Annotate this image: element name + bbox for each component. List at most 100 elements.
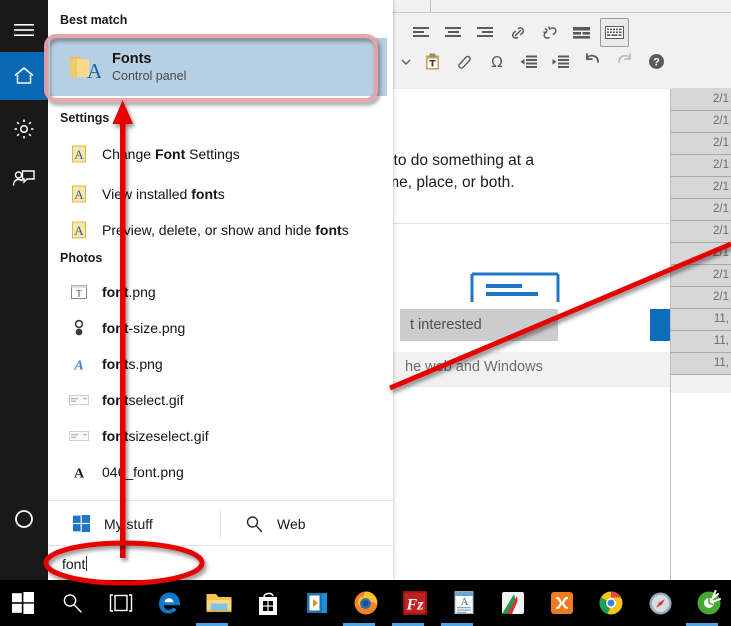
- best-match-heading: Best match: [60, 13, 128, 27]
- align-right-button[interactable]: [472, 19, 499, 46]
- ribbon-row-2: Ω ?: [398, 48, 675, 75]
- spreadsheet-cell[interactable]: 11,: [671, 309, 731, 331]
- spreadsheet-cell[interactable]: 2/1: [671, 199, 731, 221]
- photo-result-item[interactable]: font-size.png: [48, 310, 393, 346]
- search-input-value: font: [62, 555, 86, 572]
- spreadsheet-cell[interactable]: 2/1: [671, 111, 731, 133]
- align-center-button[interactable]: [440, 19, 467, 46]
- rail-item-hamburger[interactable]: [0, 6, 48, 54]
- rail-item-feedback[interactable]: [0, 155, 48, 203]
- settings-heading: Settings: [60, 111, 110, 125]
- spreadsheet-tail: [671, 375, 731, 393]
- help-button[interactable]: ?: [643, 48, 670, 75]
- spreadsheet-cell[interactable]: 11,: [671, 331, 731, 353]
- reminder-illustration: [470, 272, 560, 304]
- remove-link-button[interactable]: [536, 19, 563, 46]
- svg-text:A: A: [74, 147, 84, 162]
- panel-footer: My stuff Web: [48, 500, 393, 546]
- web-button[interactable]: Web: [221, 501, 393, 546]
- font-a-icon: A: [62, 221, 96, 239]
- spreadsheet-cell[interactable]: 2/1: [671, 89, 731, 111]
- chevron-down-icon: [401, 59, 411, 65]
- cortana-search-panel: Best match A Fonts Control panel Setting…: [48, 0, 393, 581]
- start-menu-rail: [0, 0, 48, 580]
- green-burst-icon: [697, 590, 721, 615]
- search-glyph: [246, 515, 263, 532]
- decrease-indent-icon: [520, 55, 537, 68]
- redo-button[interactable]: [611, 48, 638, 75]
- spreadsheet-cell[interactable]: 11,: [671, 353, 731, 375]
- paste-button[interactable]: [419, 48, 446, 75]
- taskbar-chrome-button[interactable]: [588, 580, 634, 626]
- special-character-button[interactable]: Ω: [483, 48, 510, 75]
- svg-text:A: A: [74, 223, 84, 238]
- format-eraser-button[interactable]: [451, 48, 478, 75]
- settings-result-item[interactable]: A Change Font Settings: [48, 136, 393, 172]
- serif-a-icon: A: [62, 464, 96, 481]
- gear-icon: [14, 119, 34, 139]
- search-input[interactable]: font: [48, 545, 393, 581]
- my-stuff-button[interactable]: My stuff: [48, 501, 220, 546]
- keyboard-button[interactable]: [600, 18, 629, 47]
- font-a-icon: A: [62, 145, 96, 163]
- thumbnail-strip-icon: [62, 395, 96, 405]
- not-interested-button[interactable]: t interested: [400, 309, 558, 341]
- taskbar-pdf-reader-button[interactable]: [490, 580, 536, 626]
- taskbar-edge-button[interactable]: [147, 580, 193, 626]
- taskbar-safari-button[interactable]: [637, 580, 683, 626]
- web-label: Web: [277, 515, 306, 532]
- table-row-button[interactable]: [568, 19, 595, 46]
- broken-link-icon: [542, 25, 557, 39]
- taskbar-store-button[interactable]: [245, 580, 291, 626]
- rail-item-home[interactable]: [0, 52, 48, 100]
- more-dropdown-button[interactable]: [398, 48, 414, 75]
- store-bag-icon: [259, 592, 277, 615]
- help-icon: ?: [649, 54, 664, 69]
- taskbar-task-view-button[interactable]: [98, 580, 144, 626]
- taskbar-firefox-button[interactable]: [343, 580, 389, 626]
- best-match-subtitle: Control panel: [112, 69, 187, 83]
- spreadsheet-cell[interactable]: 2/1: [671, 177, 731, 199]
- taskbar-search-button[interactable]: [49, 580, 95, 626]
- settings-result-item[interactable]: A Preview, delete, or show and hide fonts: [48, 212, 393, 248]
- filezilla-icon: Fz: [403, 591, 427, 615]
- taskbar: Fz A: [0, 580, 731, 626]
- settings-result-item[interactable]: A View installed fonts: [48, 176, 393, 212]
- svg-text:A: A: [87, 59, 101, 82]
- word-doc-icon: A: [454, 591, 474, 614]
- rail-item-settings[interactable]: [0, 105, 48, 153]
- taskbar-filezilla-button[interactable]: Fz: [392, 580, 438, 626]
- taskbar-file-explorer-button[interactable]: [196, 580, 242, 626]
- taskbar-start-button[interactable]: [0, 580, 46, 626]
- photo-result-label: fontselect.gif: [102, 392, 184, 408]
- spreadsheet-cell[interactable]: 2/1: [671, 221, 731, 243]
- taskbar-xampp-button[interactable]: [539, 580, 585, 626]
- taskbar-word-button[interactable]: A: [441, 580, 487, 626]
- spreadsheet-cell[interactable]: 2/1: [671, 287, 731, 309]
- photo-result-item[interactable]: fontselect.gif: [48, 382, 393, 418]
- align-left-button[interactable]: [408, 19, 435, 46]
- spreadsheet-cell[interactable]: 2/1: [671, 265, 731, 287]
- photo-result-item[interactable]: Tfont.png: [48, 274, 393, 310]
- taskbar-green-app-button[interactable]: [686, 580, 731, 626]
- photo-result-item[interactable]: Afonts.png: [48, 346, 393, 382]
- best-match-title: Fonts: [112, 51, 152, 67]
- spreadsheet-cell[interactable]: 2/1: [671, 243, 731, 265]
- undo-icon: [586, 53, 599, 63]
- photo-result-item[interactable]: fontsizeselect.gif: [48, 418, 393, 454]
- spreadsheet-cell[interactable]: 2/1: [671, 155, 731, 177]
- hamburger-icon: [14, 24, 34, 36]
- undo-button[interactable]: [579, 48, 606, 75]
- taskbar-movies-tv-button[interactable]: [294, 580, 340, 626]
- best-match-result[interactable]: A Fonts Control panel: [50, 38, 387, 96]
- rail-item-power[interactable]: [0, 495, 48, 543]
- insert-link-button[interactable]: [504, 19, 531, 46]
- decrease-indent-button[interactable]: [515, 48, 542, 75]
- text-caret: [86, 556, 88, 571]
- chrome-icon: [599, 591, 623, 615]
- photo-result-item[interactable]: A 046_font.png: [48, 454, 393, 490]
- spreadsheet-cell[interactable]: 2/1: [671, 133, 731, 155]
- spreadsheet-strip: 2/1 2/1 2/1 2/1 2/1 2/1 2/1 2/1 2/1 2/1 11, 11, 11,: [671, 89, 731, 580]
- increase-indent-button[interactable]: [547, 48, 574, 75]
- svg-text:T: T: [76, 289, 82, 299]
